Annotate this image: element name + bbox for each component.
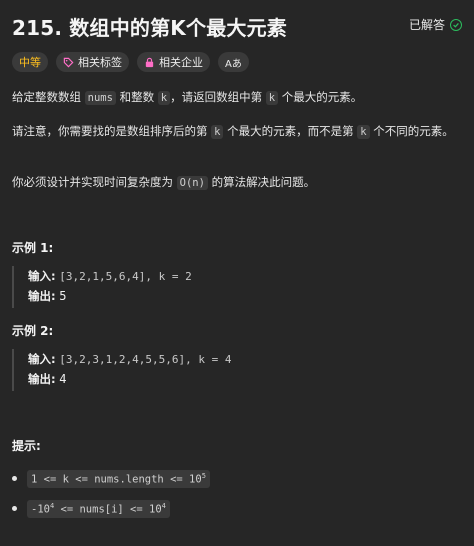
output-value: 4 [59, 372, 67, 386]
text: 给定整数数组 [12, 90, 85, 104]
exponent: 4 [161, 502, 166, 510]
constraint-2: -104 <= nums[i] <= 104 [12, 500, 170, 518]
bullet-dot [12, 476, 17, 482]
input-label: 输入: [28, 352, 56, 366]
example-2-block: 输入: [3,2,3,1,2,4,5,5,6], k = 4 输出: 4 [12, 349, 462, 391]
problem-header: 215. 数组中的第K个最大元素 已解答 [12, 12, 462, 40]
input-value: [3,2,3,1,2,4,5,5,6], k = 4 [59, 353, 232, 366]
example-1-block: 输入: [3,2,1,5,6,4], k = 2 输出: 5 [12, 266, 462, 308]
output-label: 输出: [28, 289, 56, 303]
description-paragraph-3: 你必须设计并实现时间复杂度为 O(n) 的算法解决此问题。 [12, 172, 462, 193]
example-1-output: 输出: 5 [28, 286, 474, 306]
solved-label: 已解答 [408, 18, 445, 32]
translate-button[interactable]: Aあ [218, 52, 249, 72]
related-companies-button[interactable]: 相关企业 [137, 52, 210, 72]
bullet-dot [12, 506, 17, 512]
example-2-input: 输入: [3,2,3,1,2,4,5,5,6], k = 4 [28, 349, 474, 369]
output-label: 输出: [28, 372, 56, 386]
related-tags-button[interactable]: 相关标签 [56, 52, 129, 72]
related-tags-label: 相关标签 [78, 56, 122, 69]
related-companies-label: 相关企业 [159, 56, 203, 69]
text: ，请返回数组中第 [170, 90, 266, 104]
inline-code: k [211, 125, 224, 139]
text: 和整数 [115, 90, 158, 104]
output-value: 5 [59, 289, 67, 303]
example-2-title: 示例 2: [12, 324, 54, 338]
constraint-1: 1 <= k <= nums.length <= 105 [12, 470, 210, 488]
text: 请注意，你需要找的是数组排序后的第 [12, 124, 212, 138]
text: 个最大的元素。 [278, 90, 363, 104]
example-1-title: 示例 1: [12, 241, 54, 255]
hints-title: 提示: [12, 439, 41, 453]
check-circle-icon [450, 18, 462, 31]
example-2-output: 输出: 4 [28, 369, 474, 389]
constraint-text: -10 [31, 503, 50, 516]
difficulty-badge[interactable]: 中等 [12, 52, 48, 72]
text: 个不同的元素。 [369, 124, 454, 138]
lock-icon [144, 57, 155, 68]
exponent: 5 [201, 472, 206, 480]
constraint-1-code: 1 <= k <= nums.length <= 105 [27, 470, 210, 488]
inline-code: nums [84, 91, 116, 105]
description-paragraph-1: 给定整数数组 nums 和整数 k ，请返回数组中第 k 个最大的元素。 [12, 87, 462, 108]
input-value: [3,2,1,5,6,4], k = 2 [59, 270, 192, 283]
inline-code: k [157, 91, 171, 105]
inline-code: O(n) [176, 176, 208, 190]
inline-code: k [265, 91, 279, 105]
text: 个最大的元素，而不是第 [223, 124, 358, 138]
input-label: 输入: [28, 269, 56, 283]
description-paragraph-2: 请注意，你需要找的是数组排序后的第 k 个最大的元素，而不是第 k 个不同的元素… [12, 121, 458, 142]
example-1-input: 输入: [3,2,1,5,6,4], k = 2 [28, 266, 474, 286]
translate-icon: Aあ [225, 58, 242, 70]
example-divider [12, 349, 14, 391]
tag-icon [63, 57, 74, 68]
example-divider [12, 266, 14, 308]
constraint-text: 1 <= k <= nums.length <= 10 [31, 473, 202, 486]
constraint-text: <= nums[i] <= 10 [54, 503, 162, 516]
tag-bar: 中等 相关标签 相关企业 Aあ [12, 52, 249, 72]
text: 你必须设计并实现时间复杂度为 [12, 175, 177, 189]
solved-status: 已解答 [409, 16, 462, 33]
inline-code: k [357, 125, 370, 139]
constraint-2-code: -104 <= nums[i] <= 104 [27, 500, 170, 518]
problem-title: 215. 数组中的第K个最大元素 [12, 16, 288, 40]
text: 的算法解决此问题。 [207, 175, 316, 189]
